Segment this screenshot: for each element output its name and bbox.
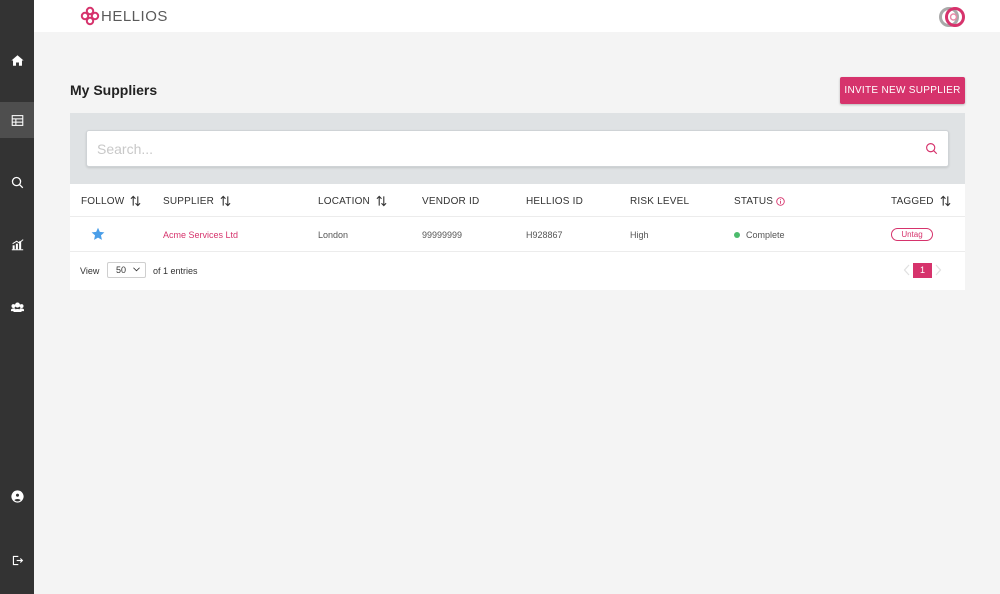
column-label: SUPPLIER: [163, 195, 215, 207]
pagination-page-current[interactable]: 1: [913, 263, 932, 278]
status-cell: Complete: [734, 230, 785, 240]
vendor-id-cell: 99999999: [422, 230, 463, 240]
sort-icon[interactable]: [376, 195, 387, 207]
sidebar-item-analytics[interactable]: [0, 226, 34, 262]
hellios-logo-icon: [80, 6, 100, 26]
column-label: STATUS: [734, 195, 774, 207]
table-footer: View 50 of 1 entries 1: [70, 252, 965, 290]
page-size-select[interactable]: 50: [107, 262, 146, 278]
invite-new-supplier-button[interactable]: INVITE NEW SUPPLIER: [840, 77, 965, 104]
column-header-risk-level: RISK LEVEL: [630, 195, 689, 207]
chart-icon: [11, 238, 23, 250]
column-label: FOLLOW: [81, 195, 125, 207]
search-input[interactable]: [97, 131, 917, 166]
search-icon[interactable]: [925, 142, 938, 155]
logo[interactable]: HELLIOS: [80, 5, 168, 27]
status-text: Complete: [746, 230, 785, 240]
entries-count: of 1 entries: [153, 266, 198, 276]
column-header-location: LOCATION: [318, 195, 387, 207]
table-icon: [11, 114, 23, 126]
column-label: TAGGED: [891, 195, 934, 207]
sidebar-item-users[interactable]: [0, 289, 34, 325]
star-icon[interactable]: [91, 227, 105, 241]
page-title: My Suppliers: [70, 82, 158, 98]
supplier-link[interactable]: Acme Services Ltd: [163, 230, 238, 240]
sidebar-item-account[interactable]: [0, 478, 34, 514]
hellios-id-cell: H928867: [526, 230, 563, 240]
column-label: RISK LEVEL: [630, 195, 690, 207]
column-header-follow: FOLLOW: [81, 195, 141, 207]
info-icon[interactable]: [776, 196, 785, 206]
table-row: Acme Services Ltd London 99999999 H92886…: [70, 217, 965, 252]
suppliers-table: FOLLOW SUPPLIER LOCATION VENDOR ID HELLI…: [70, 184, 965, 290]
sort-icon[interactable]: [130, 195, 141, 207]
table-header: FOLLOW SUPPLIER LOCATION VENDOR ID HELLI…: [70, 184, 965, 217]
chevron-left-icon[interactable]: [903, 264, 911, 276]
search-panel: [70, 113, 965, 184]
sort-icon[interactable]: [220, 195, 231, 207]
column-header-tagged: TAGGED: [891, 195, 951, 207]
view-label: View: [80, 266, 100, 276]
search-icon: [11, 176, 23, 188]
page-size-value: 50: [116, 265, 127, 275]
column-header-supplier: SUPPLIER: [163, 195, 231, 207]
logout-icon: [12, 555, 23, 565]
column-header-hellios-id: HELLIOS ID: [526, 195, 583, 207]
chevron-down-icon: [133, 267, 140, 272]
home-icon: [10, 54, 24, 66]
sidebar-item-logout[interactable]: [0, 542, 34, 578]
sidebar-item-search[interactable]: [0, 164, 34, 200]
column-header-status: STATUS: [734, 195, 785, 207]
logo-text: HELLIOS: [101, 7, 168, 25]
users-icon: [10, 302, 24, 312]
sidebar-item-home[interactable]: [0, 42, 34, 78]
top-bar: HELLIOS: [34, 0, 1000, 32]
column-header-vendor-id: VENDOR ID: [422, 195, 479, 207]
column-label: VENDOR ID: [422, 195, 480, 207]
chevron-right-icon[interactable]: [934, 264, 942, 276]
status-dot: [734, 232, 740, 238]
sidebar: [0, 0, 34, 594]
sidebar-item-suppliers[interactable]: [0, 102, 34, 138]
search-box: [86, 130, 949, 167]
risk-level-cell: High: [630, 230, 649, 240]
account-icon: [10, 489, 24, 503]
column-label: LOCATION: [318, 195, 370, 207]
sort-icon[interactable]: [940, 195, 951, 207]
untag-button[interactable]: Untag: [891, 228, 933, 241]
column-label: HELLIOS ID: [526, 195, 584, 207]
avatar[interactable]: [938, 6, 966, 28]
location-cell: London: [318, 230, 349, 240]
